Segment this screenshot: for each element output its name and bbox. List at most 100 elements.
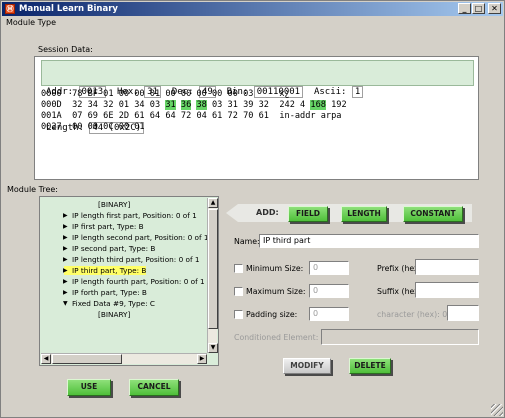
- hex-byte[interactable]: 31: [165, 100, 176, 110]
- hex-row-ascii: in-addr arpa: [279, 111, 342, 121]
- hex-byte[interactable]: 03: [212, 100, 222, 110]
- add-length-button[interactable]: LENGTH: [341, 206, 387, 222]
- hex-byte[interactable]: 00: [196, 89, 206, 99]
- collapsed-arrow-icon[interactable]: ▶: [63, 254, 68, 265]
- tree-item[interactable]: ▶ IP second part, Type: B: [42, 243, 210, 254]
- hex-byte[interactable]: 32: [72, 100, 82, 110]
- minimum-size-checkbox[interactable]: [234, 264, 243, 273]
- hex-byte[interactable]: 31: [228, 100, 238, 110]
- minimum-size-input[interactable]: 0: [309, 261, 349, 275]
- hex-byte[interactable]: BF: [88, 89, 98, 99]
- add-field-button[interactable]: FIELD: [288, 206, 328, 222]
- tree-item-selected[interactable]: ▶ IP third part, Type: B: [42, 265, 210, 276]
- use-button[interactable]: USE: [67, 379, 111, 396]
- padding-size-input[interactable]: 0: [309, 307, 349, 321]
- hex-byte[interactable]: 01: [150, 89, 160, 99]
- hex-byte[interactable]: 00: [119, 89, 129, 99]
- tree-horizontal-scrollbar[interactable]: ◀ ▶: [41, 353, 207, 364]
- hex-byte[interactable]: 36: [180, 100, 192, 110]
- hex-byte[interactable]: 00: [134, 89, 144, 99]
- hex-row-offset: 0000: [41, 89, 62, 99]
- tree-item[interactable]: [BINARY]: [42, 309, 210, 320]
- tree-vertical-scrollbar[interactable]: ▲ ▼: [207, 198, 218, 353]
- hex-byte[interactable]: 01: [103, 89, 113, 99]
- name-input[interactable]: IP third part: [259, 234, 479, 248]
- hex-byte[interactable]: 2D: [119, 111, 129, 121]
- hex-byte[interactable]: 32: [103, 100, 113, 110]
- module-tree[interactable]: [BINARY] ▶ IP length first part, Position:…: [42, 199, 210, 353]
- hex-byte[interactable]: 61: [134, 111, 144, 121]
- hex-byte[interactable]: 04: [196, 111, 206, 121]
- hex-dump[interactable]: 0000 78 BF 01 00 00 01 00 00 00 00 00 03…: [41, 89, 476, 133]
- padding-size-checkbox[interactable]: [234, 310, 243, 319]
- hex-byte[interactable]: 34: [134, 100, 144, 110]
- collapsed-arrow-icon[interactable]: ▶: [63, 287, 68, 298]
- scroll-left-arrow-icon[interactable]: ◀: [41, 354, 51, 364]
- scroll-down-arrow-icon[interactable]: ▼: [208, 343, 218, 353]
- hex-byte[interactable]: 61: [212, 111, 222, 121]
- hex-byte[interactable]: 32: [259, 100, 269, 110]
- scroll-up-arrow-icon[interactable]: ▲: [208, 198, 218, 208]
- hex-byte[interactable]: 0C: [103, 122, 113, 132]
- collapsed-arrow-icon[interactable]: ▶: [63, 210, 68, 221]
- hex-byte[interactable]: 03: [243, 89, 253, 99]
- cancel-button[interactable]: CANCEL: [129, 379, 179, 396]
- hex-byte[interactable]: 38: [196, 100, 207, 110]
- hex-byte[interactable]: 70: [243, 111, 253, 121]
- hex-byte[interactable]: 00: [212, 89, 222, 99]
- hex-byte[interactable]: 34: [88, 100, 98, 110]
- hex-byte[interactable]: 64: [165, 111, 175, 121]
- scroll-thumb[interactable]: [208, 209, 218, 329]
- collapsed-arrow-icon[interactable]: ▶: [63, 221, 68, 232]
- collapsed-arrow-icon[interactable]: ▶: [63, 265, 68, 276]
- scroll-right-arrow-icon[interactable]: ▶: [197, 354, 207, 364]
- collapsed-arrow-icon[interactable]: ▶: [63, 232, 68, 243]
- hex-byte[interactable]: 78: [72, 89, 82, 99]
- character-hex-input[interactable]: [447, 305, 479, 321]
- expanded-arrow-icon[interactable]: ▼: [63, 298, 68, 309]
- hex-byte[interactable]: 00: [165, 89, 175, 99]
- hex-byte[interactable]: 00: [228, 89, 238, 99]
- session-data-panel[interactable]: Addr: 0013 Hex: 31 Dec: 49 Bin: 00110001…: [34, 56, 479, 180]
- hex-byte[interactable]: 01: [119, 100, 129, 110]
- modify-button[interactable]: MODIFY: [283, 358, 331, 374]
- tree-item[interactable]: ▶ IP length second part, Position: 0 of 1: [42, 232, 210, 243]
- hex-byte[interactable]: 69: [88, 111, 98, 121]
- hex-byte[interactable]: 00: [119, 122, 129, 132]
- add-constant-button[interactable]: CONSTANT: [403, 206, 463, 222]
- minimize-button[interactable]: _: [458, 3, 471, 14]
- prefix-input[interactable]: [415, 259, 479, 275]
- maximize-button[interactable]: □: [472, 3, 485, 14]
- title-bar[interactable]: Ⓜ Manual Learn Binary _ □ ✕: [2, 2, 503, 16]
- horizontal-scroll-thumb[interactable]: [52, 354, 122, 364]
- tree-item[interactable]: ▶ IP first part, Type: B: [42, 221, 210, 232]
- hex-byte[interactable]: 01: [134, 122, 144, 132]
- tree-item[interactable]: ▼ Fixed Data #9, Type: C: [42, 298, 210, 309]
- menu-module-type[interactable]: Module Type: [6, 18, 56, 27]
- maximum-size-checkbox[interactable]: [234, 287, 243, 296]
- hex-byte[interactable]: 03: [150, 100, 160, 110]
- hex-byte[interactable]: 00: [88, 122, 98, 132]
- hex-byte[interactable]: 61: [259, 111, 269, 121]
- maximum-size-input[interactable]: 0: [309, 284, 349, 298]
- tree-item[interactable]: ▶ IP length fourth part, Position: 0 of 1: [42, 276, 210, 287]
- delete-button[interactable]: DELETE: [349, 358, 391, 374]
- hex-byte[interactable]: 72: [228, 111, 238, 121]
- tree-item[interactable]: ▶ IP length first part, Position: 0 of 1: [42, 210, 210, 221]
- tree-item[interactable]: ▶ IP forth part, Type: B: [42, 287, 210, 298]
- hex-byte[interactable]: 72: [181, 111, 191, 121]
- tree-item[interactable]: [BINARY]: [42, 199, 210, 210]
- tree-item[interactable]: ▶ IP length third part, Position: 0 of 1: [42, 254, 210, 265]
- tree-item-label: IP length second part, Position: 0 of 1: [72, 233, 209, 242]
- hex-byte[interactable]: 00: [72, 122, 82, 132]
- collapsed-arrow-icon[interactable]: ▶: [63, 276, 68, 287]
- hex-byte[interactable]: 39: [243, 100, 253, 110]
- resize-grip-icon[interactable]: [491, 404, 503, 416]
- suffix-input[interactable]: [415, 282, 479, 298]
- hex-byte[interactable]: 00: [181, 89, 191, 99]
- hex-byte[interactable]: 07: [72, 111, 82, 121]
- close-button[interactable]: ✕: [488, 3, 501, 14]
- collapsed-arrow-icon[interactable]: ▶: [63, 243, 68, 254]
- hex-byte[interactable]: 6E: [103, 111, 113, 121]
- hex-byte[interactable]: 64: [150, 111, 160, 121]
